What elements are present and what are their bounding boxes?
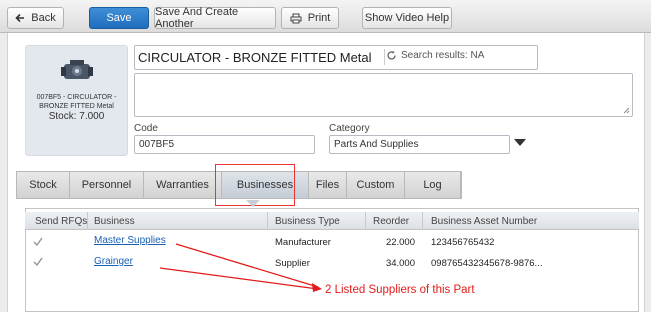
col-business[interactable]: Business bbox=[94, 216, 135, 227]
tab-warranties[interactable]: Warranties bbox=[144, 172, 222, 198]
back-button[interactable]: Back bbox=[7, 7, 64, 29]
left-panel-edge bbox=[0, 33, 8, 312]
category-label: Category bbox=[329, 123, 370, 134]
save-label: Save bbox=[106, 12, 132, 24]
tab-personnel-label: Personnel bbox=[81, 179, 132, 191]
tab-log-label: Log bbox=[423, 179, 442, 191]
tab-log[interactable]: Log bbox=[405, 172, 461, 198]
right-scrollbar[interactable] bbox=[644, 33, 651, 312]
business-link[interactable]: Grainger bbox=[94, 256, 133, 267]
tab-custom-label: Custom bbox=[356, 179, 395, 191]
col-business-asset-number[interactable]: Business Asset Number bbox=[431, 216, 537, 227]
description-textarea[interactable] bbox=[134, 73, 633, 117]
col-divider bbox=[365, 212, 366, 230]
arrow-left-icon bbox=[15, 13, 25, 23]
video-help-label: Show Video Help bbox=[364, 12, 450, 24]
back-label: Back bbox=[31, 12, 56, 24]
col-reorder[interactable]: Reorder bbox=[373, 216, 409, 227]
tab-files-label: Files bbox=[315, 179, 340, 191]
stock-label: Stock: 7.000 bbox=[48, 111, 105, 122]
printer-icon bbox=[290, 13, 302, 23]
tab-files[interactable]: Files bbox=[309, 172, 347, 198]
tab-personnel[interactable]: Personnel bbox=[70, 172, 144, 198]
category-select[interactable]: Parts And Supplies bbox=[329, 135, 510, 154]
part-image-icon bbox=[61, 60, 93, 79]
tab-custom[interactable]: Custom bbox=[347, 172, 405, 198]
category-value: Parts And Supplies bbox=[334, 139, 419, 150]
business-type-cell: Supplier bbox=[275, 258, 310, 269]
name-search-divider bbox=[384, 49, 385, 65]
part-thumbnail[interactable]: 007BF5 - CIRCULATOR - BRONZE FITTED Meta… bbox=[25, 45, 128, 156]
part-name-value: CIRCULATOR - BRONZE FITTED Metal bbox=[138, 50, 372, 65]
resize-handle-icon[interactable] bbox=[622, 106, 630, 114]
refresh-icon bbox=[387, 50, 396, 60]
reorder-cell: 34.000 bbox=[385, 258, 415, 269]
toolbar: Back Save Save And Create Another Print … bbox=[0, 0, 651, 33]
annotation-label: 2 Listed Suppliers of this Part bbox=[325, 284, 475, 296]
col-divider bbox=[87, 212, 88, 230]
col-divider bbox=[267, 212, 268, 230]
reorder-cell: 22.000 bbox=[385, 237, 415, 248]
search-results[interactable]: Search results: NA bbox=[386, 50, 484, 61]
tab-stock-label: Stock bbox=[29, 179, 57, 191]
chevron-down-icon[interactable] bbox=[514, 139, 526, 147]
code-label: Code bbox=[134, 123, 158, 134]
checkmark-icon[interactable] bbox=[33, 257, 43, 267]
col-send-rfqs[interactable]: Send RFQs bbox=[35, 216, 87, 227]
print-button[interactable]: Print bbox=[281, 7, 339, 29]
code-value: 007BF5 bbox=[139, 139, 175, 150]
save-and-create-another-button[interactable]: Save And Create Another bbox=[154, 6, 276, 30]
save-create-label: Save And Create Another bbox=[155, 6, 239, 30]
thumbnail-caption: 007BF5 - CIRCULATOR - BRONZE FITTED Meta… bbox=[36, 94, 117, 110]
code-input[interactable]: 007BF5 bbox=[134, 135, 315, 154]
checkmark-icon[interactable] bbox=[33, 237, 43, 247]
search-results-label: Search results: NA bbox=[401, 50, 485, 61]
col-business-type[interactable]: Business Type bbox=[275, 216, 340, 227]
asset-number-cell: 123456765432 bbox=[431, 237, 495, 248]
asset-number-cell: 098765432345678-9876... bbox=[431, 258, 543, 269]
col-divider bbox=[422, 212, 423, 230]
active-tab-pointer-icon bbox=[246, 200, 260, 207]
print-label: Print bbox=[307, 12, 331, 24]
tab-warranties-label: Warranties bbox=[156, 179, 209, 191]
business-type-cell: Manufacturer bbox=[275, 237, 331, 248]
show-video-help-button[interactable]: Show Video Help bbox=[362, 7, 452, 29]
save-button[interactable]: Save bbox=[89, 7, 149, 29]
tab-stock[interactable]: Stock bbox=[17, 172, 70, 198]
business-link[interactable]: Master Supplies bbox=[94, 235, 166, 246]
